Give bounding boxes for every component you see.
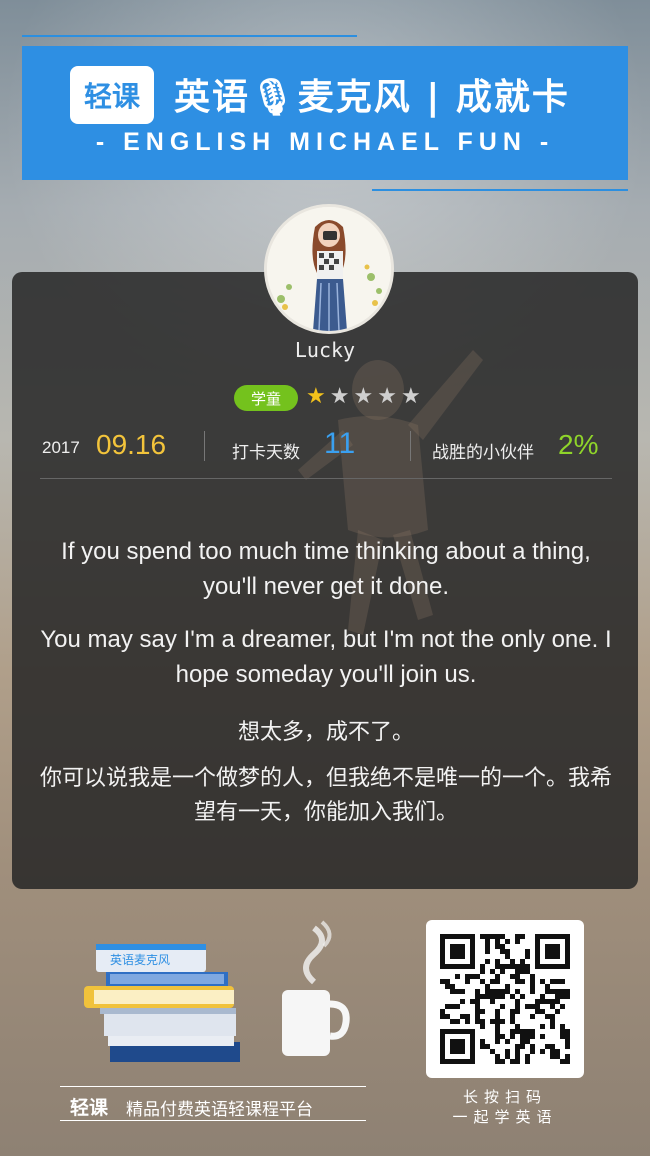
beat-friends-value: 2% (558, 429, 599, 460)
book-label: 英语麦克风 (110, 953, 170, 967)
quote-chinese-2: 你可以说我是一个做梦的人，但我绝不是唯一的一个。我希望有一天，你能加入我们。 (40, 766, 613, 825)
star-icon: ★ (329, 384, 350, 409)
qr-code[interactable] (426, 920, 584, 1078)
book-stack-icon: 英语麦克风 (84, 944, 240, 1062)
quote-english-1: If you spend too much time thinking abou… (61, 538, 591, 600)
slogan-text: 精品付费英语轻课程平台 (126, 1100, 313, 1120)
level-badge: 学童 (234, 385, 298, 411)
quote-chinese-1: 想太多，成不了。 (237, 720, 414, 745)
slogan-bottom-rule (60, 1120, 366, 1121)
header-banner: 轻课 英语🎙麦克风 | 成就卡 - ENGLISH MICHAEL FUN - (22, 46, 628, 180)
header-title: 英语🎙麦克风 | 成就卡 (174, 77, 570, 118)
qr-caption-1: 长按扫码 (462, 1088, 547, 1106)
qr-code-icon (440, 934, 570, 1064)
card-divider (40, 478, 612, 479)
header-subtitle: - ENGLISH MICHAEL FUN - (95, 128, 555, 156)
star-icon: ★ (306, 384, 326, 409)
qr-caption-2: 一起学英语 (452, 1108, 558, 1126)
header-bottom-rule (372, 189, 628, 191)
date-month-day: 09.16 (96, 429, 167, 460)
header-top-rule (22, 35, 357, 37)
star-rating: ★ ★ ★ ★ ★ (306, 384, 421, 410)
checkin-days-label: 打卡天数 (232, 443, 300, 463)
slogan-top-rule (60, 1086, 366, 1087)
quote-english-2: You may say I'm a dreamer, but I'm not t… (40, 626, 612, 688)
star-icon: ★ (353, 384, 374, 409)
jumping-person-photo (298, 350, 483, 635)
girl-with-camera-avatar-icon (267, 207, 391, 331)
brand-logo: 轻课 (70, 66, 154, 124)
star-icon: ★ (400, 384, 421, 409)
date-year: 2017 (42, 438, 80, 457)
star-icon: ★ (377, 384, 397, 409)
stats-divider (410, 431, 411, 461)
stats-divider (204, 431, 205, 461)
coffee-cup-icon (282, 920, 350, 1056)
user-avatar[interactable] (264, 204, 394, 334)
beat-friends-label: 战胜的小伙伴 (432, 443, 534, 463)
slogan-brand-logo: 轻课 (70, 1097, 109, 1119)
stats-row: 2017 09.16 打卡天数 11 战胜的小伙伴 2% (40, 427, 612, 467)
username: Lucky (294, 338, 356, 362)
checkin-days-value: 11 (324, 427, 356, 460)
